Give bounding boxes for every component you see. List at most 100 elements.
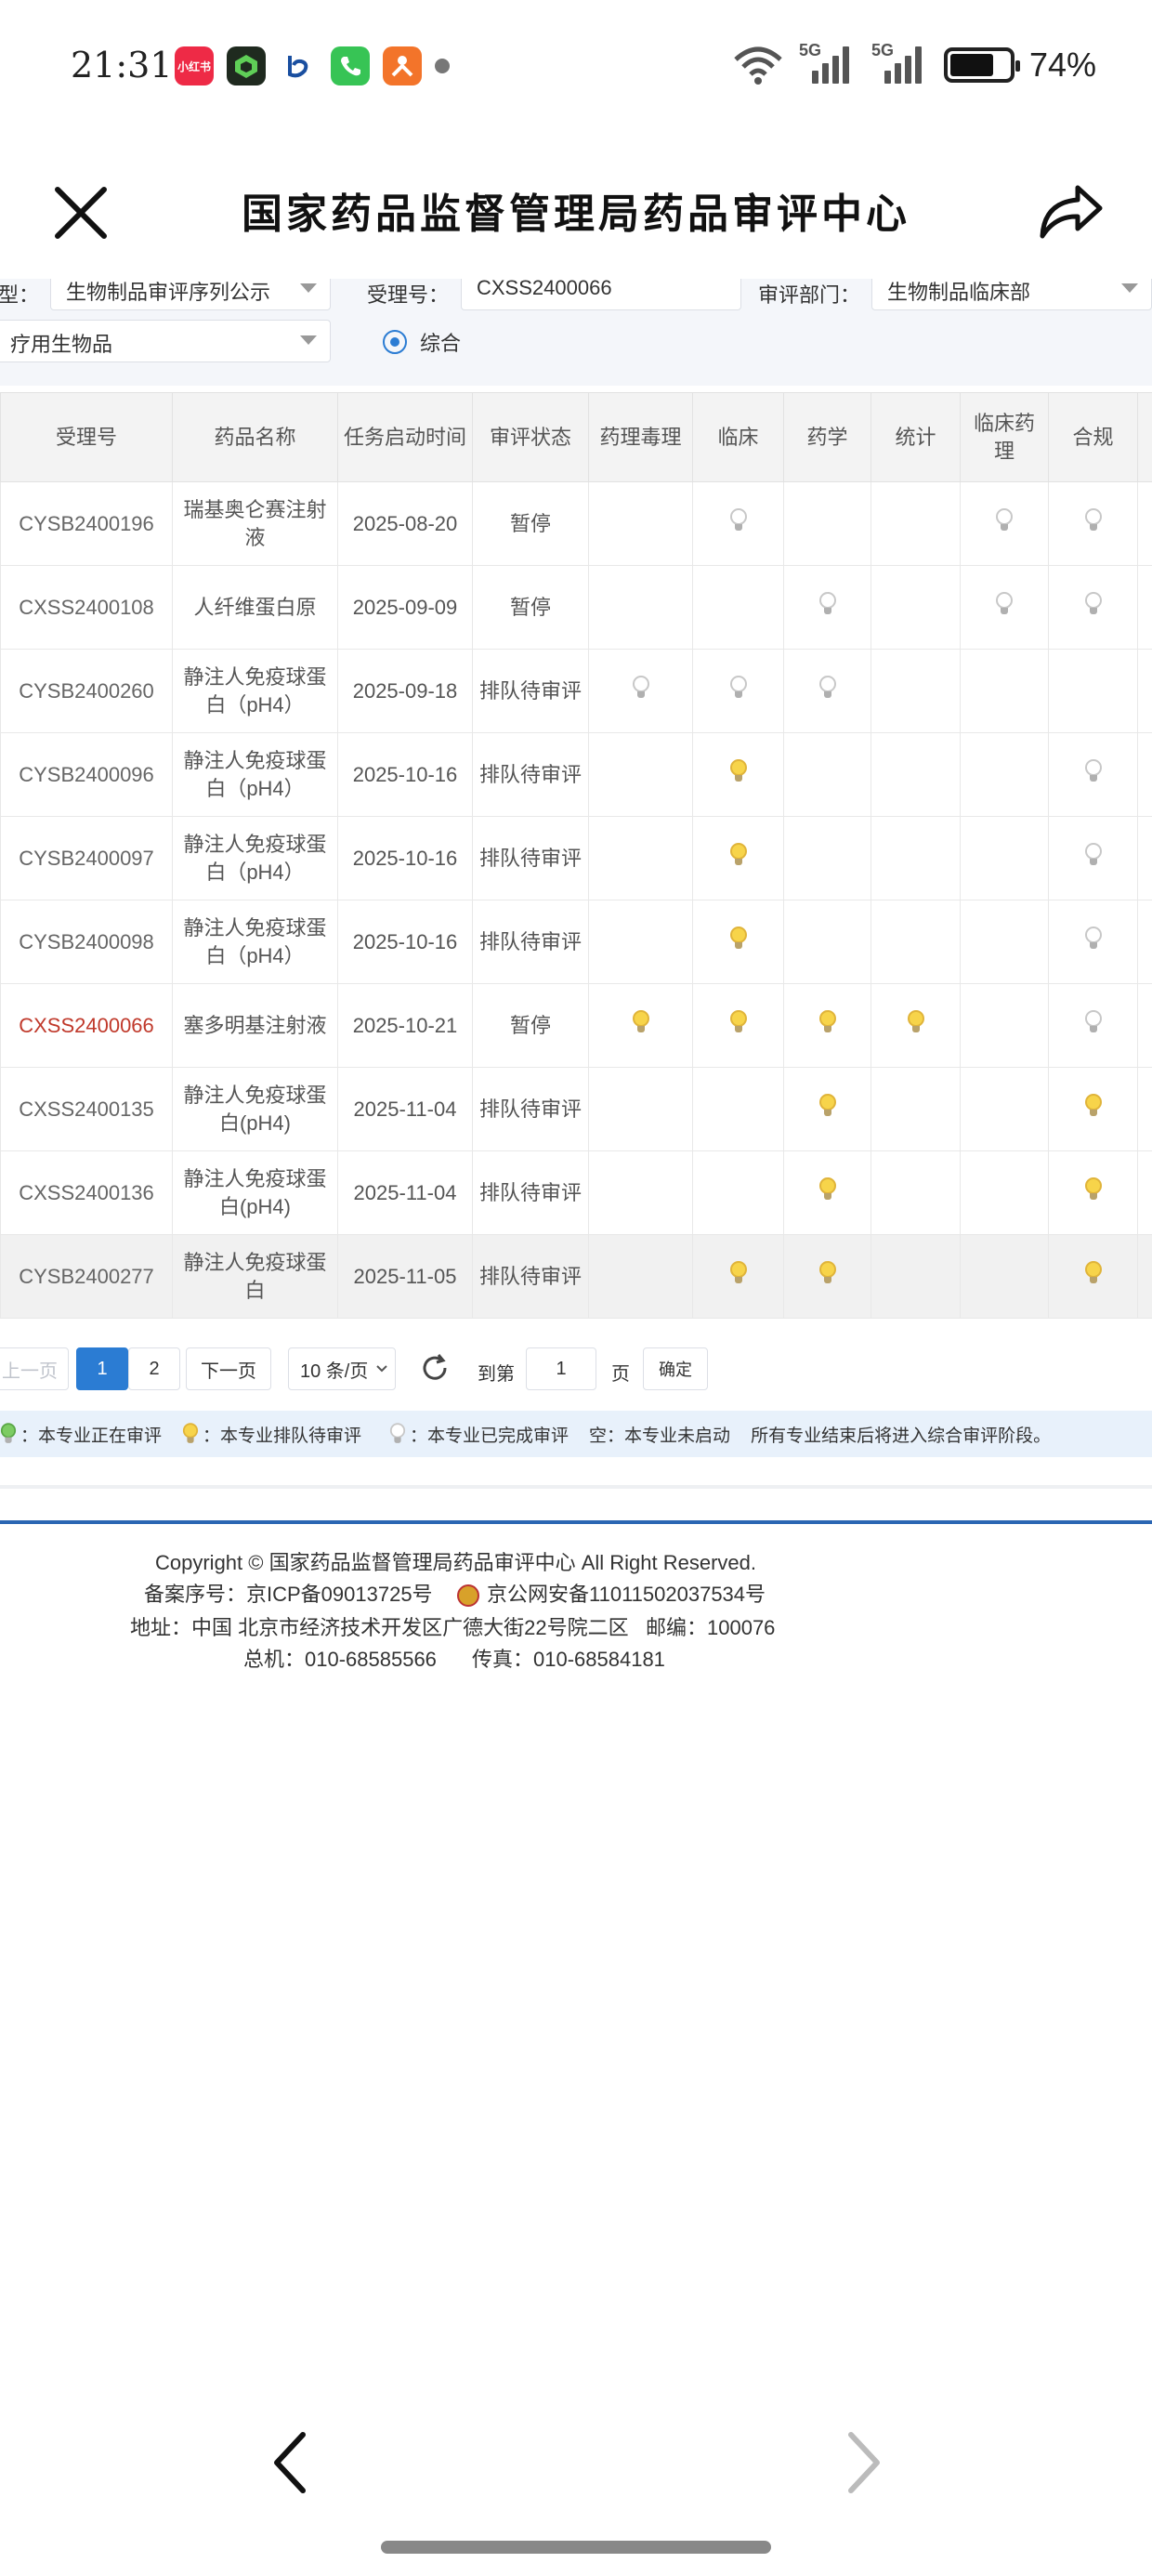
yellow-bulb-icon <box>729 842 747 867</box>
goto-page-input[interactable]: 1 <box>526 1347 596 1390</box>
yellow-bulb-icon <box>729 1009 747 1034</box>
start-date-cell: 2025-08-20 <box>337 481 473 566</box>
xiaohongshu-app-icon: 小红书 <box>175 46 214 85</box>
overflow-cell <box>1137 481 1152 566</box>
accept-number-input[interactable]: CXSS2400066 <box>461 279 741 310</box>
discipline-status-cell <box>960 732 1049 817</box>
police-record[interactable]: 京公网安备11011502037534号 <box>457 1578 766 1608</box>
table-row[interactable]: CXSS2400136 静注人免疫球蛋白(pH4) 2025-11-04 排队待审评 <box>0 1150 1152 1235</box>
drug-name-cell: 塞多明基注射液 <box>172 983 338 1068</box>
category-select[interactable]: 疗用生物品 <box>0 320 331 362</box>
accept-number-cell[interactable]: CYSB2400196 <box>0 481 173 566</box>
start-date-cell: 2025-09-09 <box>337 565 473 650</box>
accept-number-cell[interactable]: CXSS2400136 <box>0 1150 173 1235</box>
next-page-button[interactable]: 下一页 <box>186 1347 271 1390</box>
discipline-status-cell <box>960 1067 1049 1151</box>
discipline-status-cell <box>588 1234 693 1319</box>
chevron-down-icon <box>300 283 317 293</box>
page-size-select[interactable]: 10 条/页 <box>288 1347 396 1390</box>
discipline-status-cell <box>871 565 961 650</box>
comprehensive-radio[interactable]: 综合 <box>383 327 461 357</box>
type-select[interactable]: 生物制品审评序列公示 <box>50 279 331 310</box>
back-arrow-icon[interactable] <box>262 2425 318 2500</box>
table-row[interactable]: CYSB2400196 瑞基奥仑赛注射液 2025-08-20 暂停 <box>0 481 1152 566</box>
discipline-status-cell <box>960 900 1049 984</box>
notification-app-icons: 小红书 <box>175 46 450 85</box>
department-select[interactable]: 生物制品临床部 <box>871 279 1152 310</box>
start-date-cell: 2025-10-16 <box>337 732 473 817</box>
table-header-row: 受理号 药品名称 任务启动时间 审评状态 药理毒理 临床 药学 统计 临床药理 … <box>0 392 1152 482</box>
page-2-button[interactable]: 2 <box>128 1347 180 1390</box>
review-status-cell: 排队待审评 <box>472 732 589 817</box>
header-compliance: 合规 <box>1048 392 1138 482</box>
table-row[interactable]: CYSB2400277 静注人免疫球蛋白 2025-11-05 排队待审评 <box>0 1234 1152 1319</box>
gray-bulb-icon <box>1084 926 1102 951</box>
table-row[interactable]: CYSB2400098 静注人免疫球蛋白（pH4） 2025-10-16 排队待审评 <box>0 900 1152 984</box>
discipline-status-cell <box>588 1150 693 1235</box>
phone-text: 总机：010-68585566 <box>243 1648 437 1671</box>
accept-number-cell[interactable]: CXSS2400108 <box>0 565 173 650</box>
battery-percent: 74% <box>1028 46 1096 84</box>
discipline-status-cell <box>1048 565 1138 650</box>
accept-number-cell[interactable]: CYSB2400260 <box>0 649 173 733</box>
discipline-status-cell <box>1048 900 1138 984</box>
header-overflow <box>1137 392 1152 482</box>
review-status-cell: 暂停 <box>472 565 589 650</box>
discipline-status-cell <box>960 983 1049 1068</box>
overflow-cell <box>1137 1150 1152 1235</box>
table-row[interactable]: CXSS2400135 静注人免疫球蛋白(pH4) 2025-11-04 排队待审评 <box>0 1067 1152 1151</box>
yellow-bulb-icon <box>818 1009 836 1034</box>
prev-page-button[interactable]: 上一页 <box>0 1347 69 1390</box>
share-icon[interactable] <box>1033 175 1107 249</box>
review-status-cell: 暂停 <box>472 481 589 566</box>
review-table-wrapper[interactable]: 受理号 药品名称 任务启动时间 审评状态 药理毒理 临床 药学 统计 临床药理 … <box>0 392 1152 1319</box>
discipline-status-cell <box>871 983 961 1068</box>
review-status-cell: 暂停 <box>472 983 589 1068</box>
gray-bulb-icon <box>1084 842 1102 867</box>
yellow-bulb-icon <box>818 1093 836 1118</box>
forward-arrow-icon[interactable] <box>836 2425 892 2500</box>
overflow-cell <box>1137 732 1152 817</box>
legend-done: ：本专业已完成审评 <box>389 1422 569 1447</box>
discipline-status-cell <box>692 732 784 817</box>
drug-name-cell: 静注人免疫球蛋白（pH4） <box>172 649 338 733</box>
police-badge-icon <box>457 1584 479 1608</box>
header-start-time: 任务启动时间 <box>337 392 473 482</box>
accept-number-cell[interactable]: CYSB2400097 <box>0 816 173 900</box>
accept-number-cell[interactable]: CXSS2400066 <box>0 983 173 1068</box>
table-row[interactable]: CYSB2400096 静注人免疫球蛋白（pH4） 2025-10-16 排队待审评 <box>0 732 1152 817</box>
discipline-status-cell <box>871 1150 961 1235</box>
discipline-status-cell <box>960 1150 1049 1235</box>
gray-bulb-icon <box>729 507 747 532</box>
discipline-status-cell <box>783 1234 871 1319</box>
discipline-status-cell <box>692 565 784 650</box>
header-clinical-pharmacology: 临床药理 <box>960 392 1049 482</box>
accept-number-cell[interactable]: CYSB2400277 <box>0 1234 173 1319</box>
pagination: 上一页 1 2 下一页 10 条/页 到第 1 页 确定 <box>0 1344 1152 1396</box>
table-row[interactable]: CYSB2400097 静注人免疫球蛋白（pH4） 2025-10-16 排队待审评 <box>0 816 1152 900</box>
discipline-status-cell <box>871 732 961 817</box>
accept-number-cell[interactable]: CYSB2400098 <box>0 900 173 984</box>
copyright-text: Copyright © 国家药品监督管理局药品审评中心 All Right Re… <box>155 1551 757 1574</box>
goto-confirm-button[interactable]: 确定 <box>643 1347 708 1390</box>
legend-in-review-text: ：本专业正在审评 <box>20 1426 163 1446</box>
review-status-cell: 排队待审评 <box>472 900 589 984</box>
page-unit-label: 页 <box>611 1364 630 1385</box>
gray-bulb-icon <box>818 591 836 616</box>
icp-record[interactable]: 备案序号：京ICP备09013725号 <box>144 1578 433 1608</box>
overflow-cell <box>1137 983 1152 1068</box>
table-row[interactable]: CXSS2400108 人纤维蛋白原 2025-09-09 暂停 <box>0 565 1152 650</box>
header-drug-name: 药品名称 <box>172 392 338 482</box>
yellow-bulb-icon <box>182 1423 199 1444</box>
start-date-cell: 2025-10-21 <box>337 983 473 1068</box>
discipline-status-cell <box>1048 983 1138 1068</box>
home-indicator[interactable] <box>381 2541 771 2554</box>
discipline-status-cell <box>588 565 693 650</box>
accept-number-cell[interactable]: CYSB2400096 <box>0 732 173 817</box>
page-1-button[interactable]: 1 <box>76 1347 128 1390</box>
table-row[interactable]: CYSB2400260 静注人免疫球蛋白（pH4） 2025-09-18 排队待审评 <box>0 649 1152 733</box>
accept-number-cell[interactable]: CXSS2400135 <box>0 1067 173 1151</box>
table-row[interactable]: CXSS2400066 塞多明基注射液 2025-10-21 暂停 <box>0 983 1152 1068</box>
accept-number-label: 受理号： <box>367 283 450 307</box>
refresh-icon[interactable] <box>418 1351 452 1385</box>
